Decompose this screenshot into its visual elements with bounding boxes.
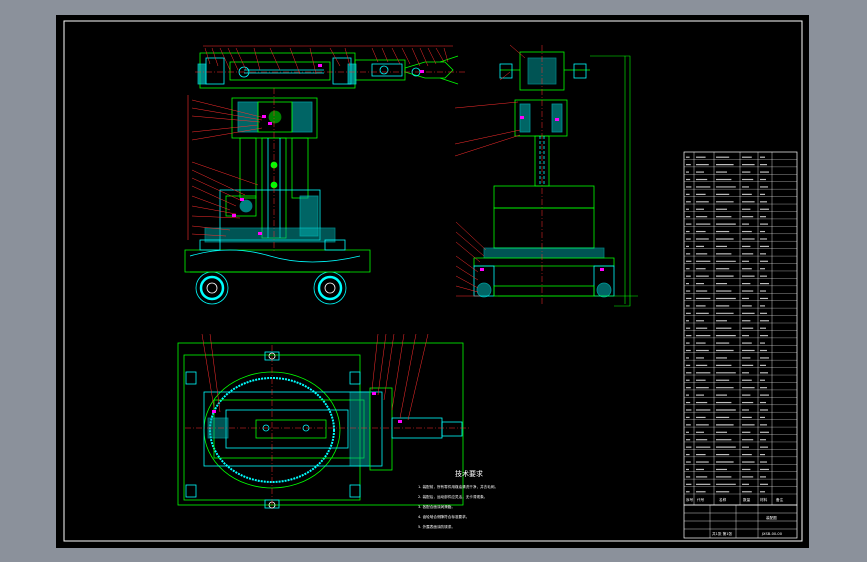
bom-header-cell: 代号 — [697, 497, 705, 502]
technical-notes: 技术要求 1. 装配前，所有零件用煤油清洗干净，并去毛刺。 2. 装配后，运动部件… — [418, 469, 498, 529]
top-view — [177, 333, 470, 510]
bom-header-cell: 备注 — [776, 497, 784, 502]
bom-header-cell: 数量 — [743, 497, 751, 502]
mechanical-assembly-drawing: 技术要求 1. 装配前，所有零件用煤油清洗干净，并去毛刺。 2. 装配后，运动部件… — [63, 20, 803, 542]
note-line: 1. 装配前，所有零件用煤油清洗干净，并去毛刺。 — [418, 484, 498, 489]
title-block: 装配图 JXSB-00-00 共1张 第1张 — [683, 504, 798, 539]
notes-title: 技术要求 — [455, 469, 483, 478]
note-line: 5. 外露表面涂防锈漆。 — [418, 524, 455, 529]
cad-viewport[interactable]: 技术要求 1. 装配前，所有零件用煤油清洗干净，并去毛刺。 2. 装配后，运动部件… — [0, 0, 867, 562]
drawing-code: JXSB-00-00 — [761, 532, 783, 536]
front-view — [184, 45, 465, 305]
note-line: 3. 各配合面涂润滑脂。 — [418, 504, 455, 509]
side-view — [454, 44, 638, 307]
title-block-name: 装配图 — [766, 515, 777, 520]
note-line: 4. 齿轮啮合侧隙符合标准要求。 — [418, 514, 469, 519]
parts-list-table: 序号 代号 名称 数量 材料 备注 — [683, 151, 798, 506]
bom-header-cell: 序号 — [686, 497, 694, 502]
bom-header-cell: 名称 — [719, 497, 727, 502]
note-line: 2. 装配后，运动部件应灵活，无卡滞现象。 — [418, 494, 487, 499]
sheet-border — [63, 20, 803, 542]
bom-header-cell: 材料 — [760, 497, 768, 502]
sheet-count: 共1张 第1张 — [712, 531, 732, 536]
